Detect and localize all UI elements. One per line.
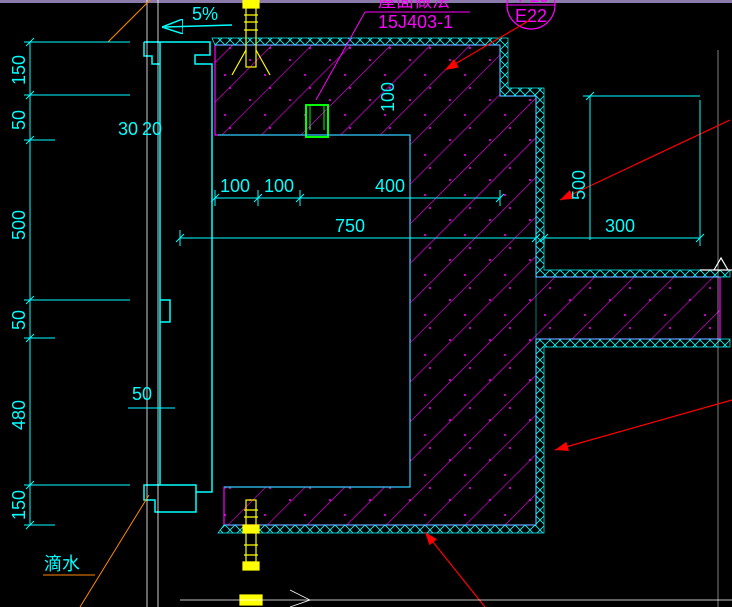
red-leader-3 [555,400,732,450]
dim-30: 30 [118,119,138,139]
dim-100b: 100 [264,176,294,196]
parapet-profile [144,42,212,492]
dim-20: 20 [142,119,162,139]
cad-drawing: 5% 屋面做法 15J403-1 F10 E22 滴水 150 50 500 5… [0,0,732,607]
slope-arrow [165,25,232,27]
dim-500-right-group [583,92,700,240]
concrete-outline [215,45,720,525]
level-marker [700,258,732,270]
cad-viewport[interactable]: { "reference": { "drawing_ref": "15J403-… [0,0,732,607]
dim-50-mid: 50 [9,310,29,330]
break-mark [290,590,310,607]
bubble-bottom-text: E22 [515,6,547,26]
dim-300: 300 [605,216,635,236]
drawing-ref: 15J403-1 [378,12,453,32]
dim-400: 400 [375,176,405,196]
dim-750: 750 [335,216,365,236]
dim-ext-left [55,42,130,485]
dim-150-bot: 150 [9,490,29,520]
dim-150-top: 150 [9,55,29,85]
orange-leader-2 [108,0,150,42]
ref-text-top: 屋面做法 [378,0,450,11]
dim-480: 480 [9,400,29,430]
dim-50-top: 50 [9,110,29,130]
slope-label: 5% [192,4,218,24]
dim-500-right: 500 [569,170,589,200]
dim-100-callout: 100 [378,82,398,112]
cap-detail-bottom [144,485,196,512]
orange-leader-1 [80,495,149,607]
dim-500-left: 500 [9,210,29,240]
drip-label: 滴水 [44,554,80,574]
red-leader-4 [425,532,485,607]
mid-notch [160,300,170,322]
dim-100a: 100 [220,176,250,196]
dim-50-h: 50 [132,384,152,404]
